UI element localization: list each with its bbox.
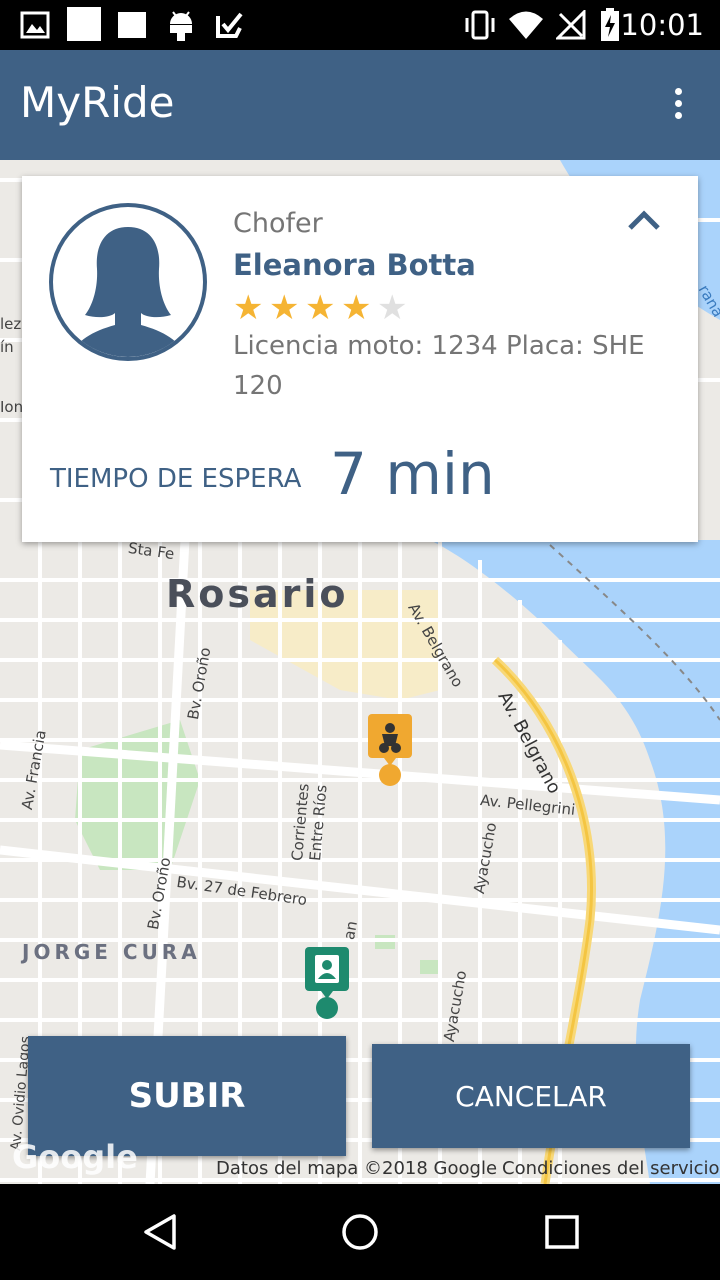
driver-name: Eleanora Botta xyxy=(233,248,476,282)
star-filled-icon: ★ xyxy=(305,288,336,328)
google-logo: Google xyxy=(12,1138,138,1176)
home-icon[interactable] xyxy=(340,1212,380,1252)
map-edge-label: ín xyxy=(0,338,14,356)
wait-time-value: 7 min xyxy=(330,440,495,508)
map-terms-link[interactable]: Condiciones del servicio xyxy=(502,1158,720,1179)
battery-charging-icon xyxy=(601,8,619,41)
chevron-up-icon[interactable] xyxy=(624,206,664,234)
district-label: JORGE CURA xyxy=(22,940,201,964)
star-filled-icon: ★ xyxy=(233,288,264,328)
square-icon xyxy=(118,12,146,38)
square-icon xyxy=(67,7,101,41)
map-edge-label: Ion xyxy=(0,398,24,416)
image-icon xyxy=(20,11,50,39)
app-title: MyRide xyxy=(20,78,175,127)
driver-role-label: Chofer xyxy=(233,208,323,239)
map-edge-label: lez xyxy=(0,315,22,333)
license-info: Licencia moto: 1234 Placa: SHE 120 xyxy=(233,331,645,401)
overflow-menu-icon[interactable] xyxy=(672,88,684,122)
person-marker-icon[interactable] xyxy=(305,947,351,1027)
app-bar: MyRide xyxy=(0,50,720,160)
status-bar: 10:01 xyxy=(0,0,720,50)
star-filled-icon: ★ xyxy=(269,288,300,328)
motorcycle-marker-icon[interactable] xyxy=(368,714,414,792)
vibrate-icon xyxy=(465,10,495,40)
no-signal-icon xyxy=(556,10,586,40)
female-avatar-icon xyxy=(49,203,207,361)
wifi-icon xyxy=(509,11,543,39)
map-credit: Datos del mapa ©2018 Google xyxy=(216,1158,498,1179)
star-filled-icon: ★ xyxy=(341,288,372,328)
recents-icon[interactable] xyxy=(542,1212,582,1252)
navigation-bar xyxy=(0,1184,720,1280)
star-empty-icon: ★ xyxy=(377,288,408,328)
cancel-button[interactable]: CANCELAR xyxy=(372,1044,690,1148)
wait-time-label: TIEMPO DE ESPERA xyxy=(50,464,302,494)
checkbox-icon xyxy=(216,12,243,38)
android-icon xyxy=(170,11,192,41)
city-label: Rosario xyxy=(166,572,349,616)
clock: 10:01 xyxy=(620,8,704,42)
back-icon[interactable] xyxy=(140,1212,180,1252)
driver-card: Chofer Eleanora Botta ★ ★ ★ ★ ★ Licencia mot… xyxy=(22,176,698,542)
street-label: an xyxy=(340,919,361,942)
